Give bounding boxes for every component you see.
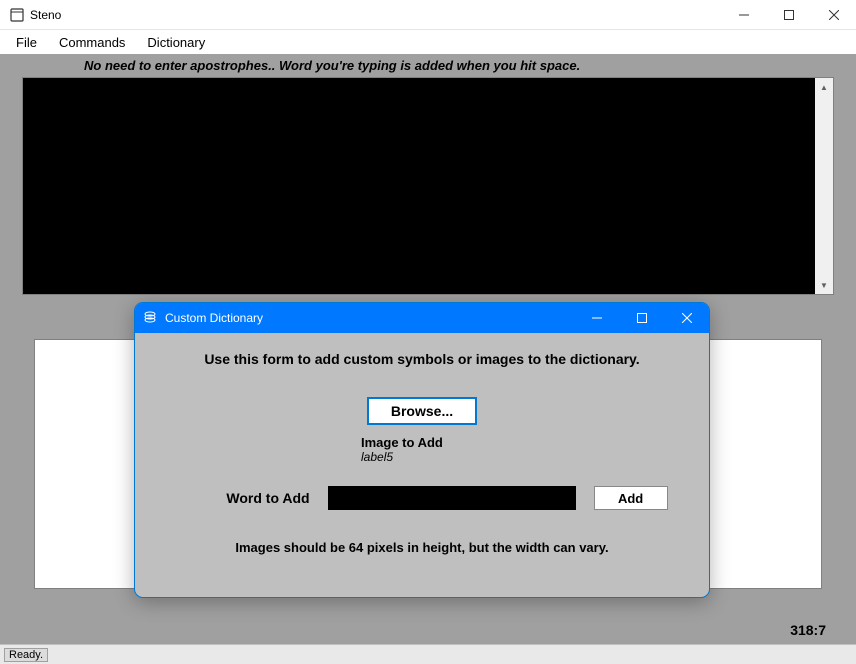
image-to-add-label: Image to Add — [361, 435, 679, 450]
text-editor[interactable] — [23, 78, 815, 294]
dialog-note: Images should be 64 pixels in height, bu… — [165, 540, 679, 555]
dialog-heading: Use this form to add custom symbols or i… — [165, 351, 679, 367]
image-to-add-value: label5 — [361, 450, 679, 464]
minimize-button[interactable] — [721, 0, 766, 30]
dialog-title: Custom Dictionary — [165, 311, 263, 325]
word-to-add-input[interactable] — [328, 486, 576, 510]
cursor-position: 318:7 — [790, 622, 826, 638]
menubar: File Commands Dictionary — [0, 30, 856, 54]
main-titlebar: Steno — [0, 0, 856, 30]
menu-dictionary[interactable]: Dictionary — [147, 35, 205, 50]
browse-button[interactable]: Browse... — [367, 397, 477, 425]
main-window-title: Steno — [30, 8, 61, 22]
editor-vertical-scrollbar[interactable]: ▲ ▼ — [815, 78, 833, 294]
dialog-titlebar: Custom Dictionary — [135, 303, 709, 333]
menu-file[interactable]: File — [16, 35, 37, 50]
scroll-down-icon[interactable]: ▼ — [815, 276, 833, 294]
status-text: Ready. — [4, 648, 48, 662]
statusbar: Ready. — [0, 644, 856, 664]
client-area: No need to enter apostrophes.. Word you'… — [0, 54, 856, 644]
book-icon — [10, 8, 24, 22]
dialog-maximize-button[interactable] — [619, 303, 664, 333]
close-button[interactable] — [811, 0, 856, 30]
menu-commands[interactable]: Commands — [59, 35, 125, 50]
stack-icon — [143, 311, 157, 326]
dialog-body: Use this form to add custom symbols or i… — [135, 333, 709, 565]
maximize-button[interactable] — [766, 0, 811, 30]
word-to-add-label: Word to Add — [226, 490, 309, 506]
editor-container: ▲ ▼ — [22, 77, 834, 295]
add-button[interactable]: Add — [594, 486, 668, 510]
hint-text: No need to enter apostrophes.. Word you'… — [4, 54, 852, 77]
custom-dictionary-dialog: Custom Dictionary Use this form to add c… — [134, 302, 710, 598]
scroll-up-icon[interactable]: ▲ — [815, 78, 833, 96]
dialog-minimize-button[interactable] — [574, 303, 619, 333]
dialog-close-button[interactable] — [664, 303, 709, 333]
